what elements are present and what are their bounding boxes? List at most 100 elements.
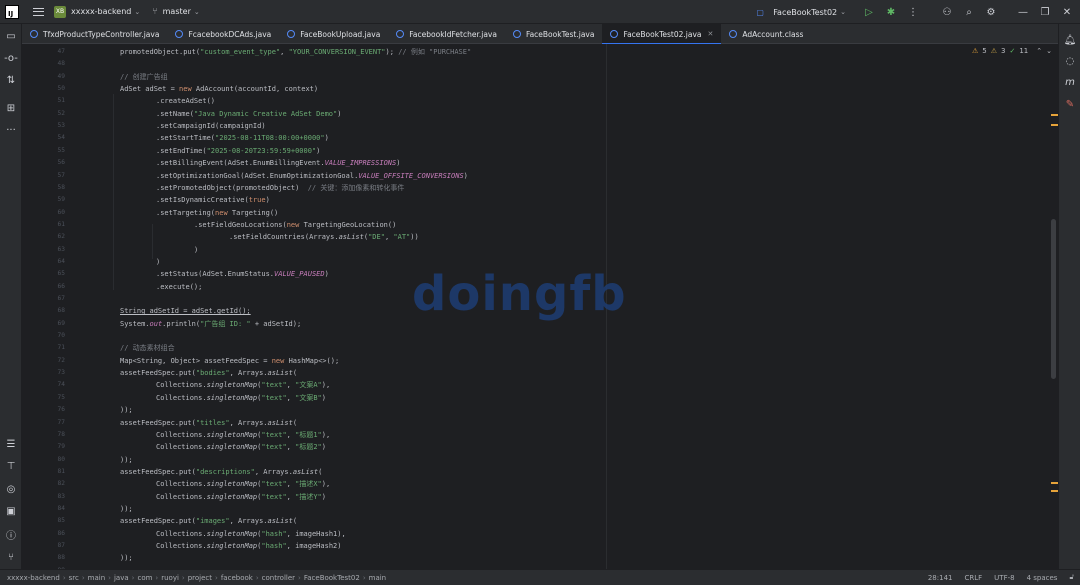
code-line[interactable]: Collections.singletonMap("text", "文案A"),	[156, 379, 330, 391]
line-number[interactable]: 73	[25, 367, 65, 379]
line-number[interactable]: 64	[25, 256, 65, 268]
line-number[interactable]: 81	[25, 466, 65, 478]
line-number[interactable]: 86	[25, 528, 65, 540]
more-icon[interactable]: ···	[3, 122, 19, 138]
breadcrumb-item[interactable]: main	[369, 574, 387, 582]
line-number[interactable]: 56	[25, 157, 65, 169]
code-line[interactable]: .setPromotedObject(promotedObject) // 关键…	[156, 182, 404, 194]
line-number[interactable]: 83	[25, 491, 65, 503]
tab-tfxd-product-type-controller[interactable]: TfxdProductTypeController.java	[22, 24, 167, 44]
line-number[interactable]: 72	[25, 355, 65, 367]
breadcrumb-item[interactable]: ruoyi	[161, 574, 179, 582]
code-line[interactable]: Map<String, Object> assetFeedSpec = new …	[120, 355, 339, 367]
code-line[interactable]: .setIsDynamicCreative(true)	[156, 194, 270, 206]
tab-facebook-test[interactable]: FaceBookTest.java	[505, 24, 603, 44]
problems-icon[interactable]: ⓘ	[3, 526, 19, 542]
next-highlight-icon[interactable]: ⌄	[1046, 47, 1052, 55]
debug-icon[interactable]: ✱	[882, 3, 900, 21]
more-icon[interactable]: ⋮	[904, 3, 922, 21]
code-line[interactable]: .setBillingEvent(AdSet.EnumBillingEvent.…	[156, 157, 400, 169]
line-number[interactable]: 62	[25, 231, 65, 243]
branch-name[interactable]: master	[163, 7, 191, 16]
code-line[interactable]: assetFeedSpec.put("bodies", Arrays.asLis…	[120, 367, 297, 379]
bug-icon[interactable]: ✎	[1062, 96, 1078, 112]
line-number[interactable]: 57	[25, 170, 65, 182]
code-line[interactable]: AdSet adSet = new AdAccount(accountId, c…	[120, 83, 318, 95]
code-editor[interactable]: 47 48 49 50 51 52 53 54 55 56 57 58 59 60 61 62 63 64 65 66…	[22, 44, 1058, 569]
maximize-icon[interactable]: ❐	[1036, 3, 1054, 21]
run-config-selector[interactable]: ▢ FaceBookTest02 ⌄	[751, 3, 846, 21]
warning-marker[interactable]	[1051, 482, 1058, 484]
code-line[interactable]: Collections.singletonMap("text", "描述X"),	[156, 478, 330, 490]
line-number[interactable]: 50	[25, 83, 65, 95]
line-number[interactable]: 85	[25, 515, 65, 527]
code-line[interactable]: promotedObject.put("custom_event_type", …	[120, 46, 471, 58]
code-line[interactable]: .setStartTime("2025-08-11T08:00:00+0000"…	[156, 132, 329, 144]
tab-facebook-test02[interactable]: FaceBookTest02.java ✕	[602, 24, 722, 45]
database-icon[interactable]: ☰	[3, 436, 19, 452]
caret-position[interactable]: 28:141	[928, 574, 953, 582]
line-number[interactable]: 70	[25, 330, 65, 342]
code-line[interactable]: Collections.singletonMap("text", "标题2")	[156, 441, 326, 453]
minimize-icon[interactable]: —	[1014, 3, 1032, 21]
line-number[interactable]: 59	[25, 194, 65, 206]
warning-marker[interactable]	[1051, 124, 1058, 126]
line-number[interactable]: 67	[25, 293, 65, 305]
pull-requests-icon[interactable]: ⇅	[3, 72, 19, 88]
code-line[interactable]: assetFeedSpec.put("titles", Arrays.asLis…	[120, 417, 297, 429]
code-line[interactable]: Collections.singletonMap("text", "文案B")	[156, 392, 326, 404]
code-line[interactable]: ));	[120, 552, 133, 564]
line-number[interactable]: 60	[25, 207, 65, 219]
code-line[interactable]: .setOptimizationGoal(AdSet.EnumOptimizat…	[156, 170, 468, 182]
file-encoding[interactable]: UTF-8	[994, 574, 1014, 582]
commit-icon[interactable]: -o-	[3, 50, 19, 66]
code-line[interactable]: .setStatus(AdSet.EnumStatus.VALUE_PAUSED…	[156, 268, 329, 280]
close-icon[interactable]: ✕	[1058, 3, 1076, 21]
tab-ad-account-class[interactable]: AdAccount.class	[721, 24, 811, 44]
search-icon[interactable]: ⌕	[960, 3, 978, 21]
main-menu-icon[interactable]	[33, 7, 44, 16]
code-line[interactable]: .setFieldCountries(Arrays.asList("DE", "…	[229, 231, 419, 243]
tab-fcacebook-dc-ads[interactable]: FcacebookDCAds.java	[167, 24, 279, 44]
project-name[interactable]: xxxxx-backend	[71, 7, 131, 16]
code-line[interactable]: .setFieldGeoLocations(new TargetingGeoLo…	[194, 219, 396, 231]
ai-assistant-icon[interactable]: ◌	[1062, 53, 1078, 69]
notifications-icon[interactable]: 🔔︎	[1062, 32, 1078, 48]
line-number[interactable]: 66	[25, 281, 65, 293]
build-icon[interactable]: ⊤	[3, 458, 19, 474]
code-line[interactable]: .setCampaignId(campaignId)	[156, 120, 266, 132]
breadcrumb-item[interactable]: FaceBookTest02	[304, 574, 360, 582]
line-number[interactable]: 52	[25, 108, 65, 120]
line-number[interactable]: 75	[25, 392, 65, 404]
code-line[interactable]: ));	[120, 404, 133, 416]
line-number[interactable]: 54	[25, 132, 65, 144]
line-number[interactable]: 80	[25, 454, 65, 466]
breadcrumb-item[interactable]: com	[137, 574, 152, 582]
folder-icon[interactable]: ▭	[3, 28, 19, 44]
add-user-icon[interactable]: ⚇	[938, 3, 956, 21]
vertical-scrollbar[interactable]	[1051, 219, 1056, 379]
code-line[interactable]: // 创建广告组	[120, 71, 168, 83]
git-icon[interactable]: ⑂	[3, 549, 19, 565]
gear-icon[interactable]: ⚙	[982, 3, 1000, 21]
indent-setting[interactable]: 4 spaces	[1027, 574, 1058, 582]
line-number[interactable]: 48	[25, 58, 65, 70]
line-number[interactable]: 71	[25, 342, 65, 354]
code-line[interactable]: Collections.singletonMap("hash", imageHa…	[156, 528, 346, 540]
warning-marker[interactable]	[1051, 114, 1058, 116]
line-number[interactable]: 63	[25, 244, 65, 256]
code-line[interactable]: System.out.println("广告组 ID: " + adSetId)…	[120, 318, 301, 330]
code-line[interactable]: )	[156, 256, 160, 268]
code-line[interactable]: ));	[120, 503, 133, 515]
line-number[interactable]: 49	[25, 71, 65, 83]
line-number[interactable]: 74	[25, 379, 65, 391]
line-number[interactable]: 79	[25, 441, 65, 453]
code-line[interactable]: // 动态素材组合	[120, 342, 175, 354]
line-number-gutter[interactable]: 47 48 49 50 51 52 53 54 55 56 57 58 59 60 61 62 63 64 65 66…	[22, 44, 65, 569]
app-logo-icon[interactable]: IJ	[5, 4, 19, 19]
line-number[interactable]: 77	[25, 417, 65, 429]
line-number[interactable]: 51	[25, 95, 65, 107]
code-line[interactable]: .setEndTime("2025-08-20T23:59:59+0000")	[156, 145, 320, 157]
line-separator[interactable]: CRLF	[964, 574, 982, 582]
code-line[interactable]: .execute();	[156, 281, 202, 293]
